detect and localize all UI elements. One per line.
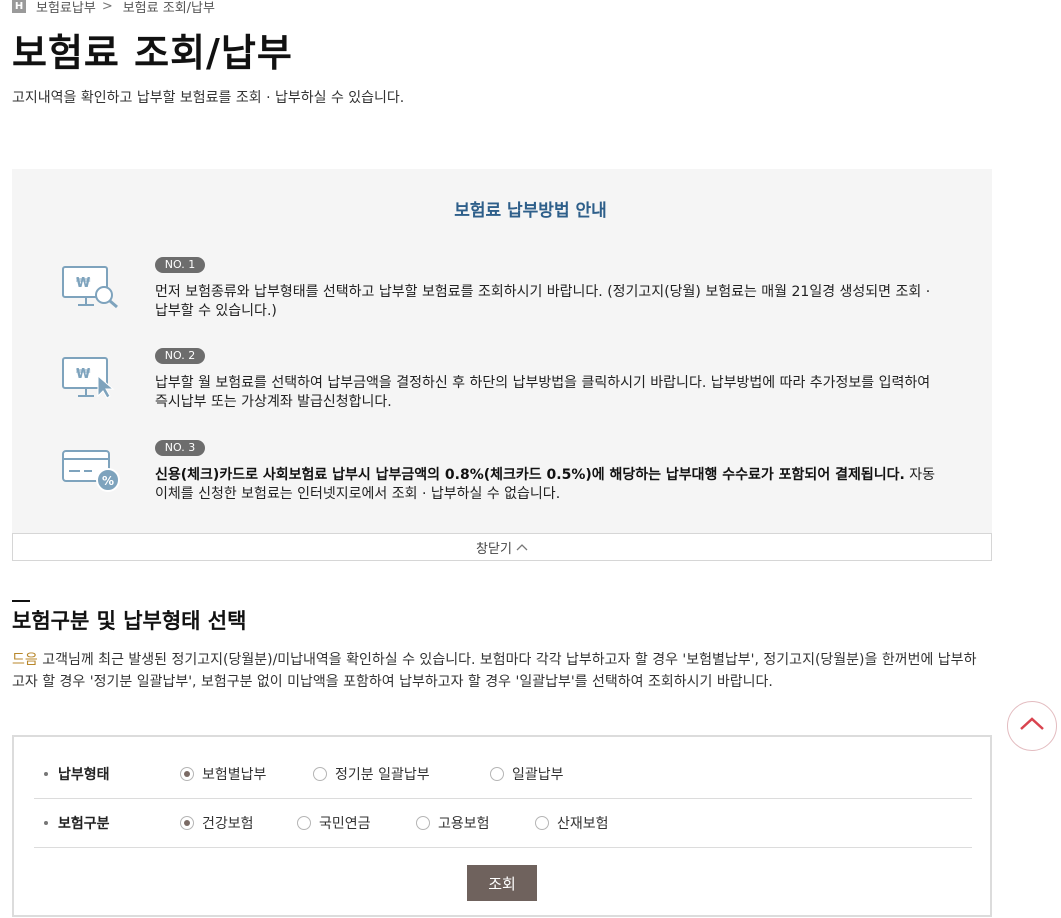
step-text: 신용(체크)카드로 사회보험료 납부시 납부금액의 0.8%(체크카드 0.5%… [155,466,945,504]
section-title: 보험구분 및 납부형태 선택 [12,609,247,633]
bullet-icon [44,772,48,776]
search-button[interactable]: 조회 [467,865,537,901]
svg-text:₩: ₩ [76,276,91,291]
step-text: 납부할 월 보험료를 선택하여 납부금액을 결정하신 후 하단의 납부방법을 클… [155,375,931,410]
svg-text:%: % [102,474,114,488]
step-badge: NO. 3 [155,440,205,456]
radio-employment-insurance[interactable]: 고용보험 [416,813,535,833]
radio-label: 국민연금 [319,816,371,832]
insurance-type-label-text: 보험구분 [58,816,110,832]
radio-label: 정기분 일괄납부 [335,767,430,783]
breadcrumb: H 보험료납부 > 보험료 조회/납부 [12,0,215,16]
breadcrumb-parent[interactable]: 보험료납부 [36,0,96,16]
radio-national-pension[interactable]: 국민연금 [297,813,416,833]
radio-checked-icon[interactable] [180,816,194,830]
insurance-type-row: 보험구분 건강보험 국민연금 고용보험 산재보험 [34,799,972,848]
radio-checked-icon[interactable] [180,767,194,781]
radio-icon[interactable] [313,767,327,781]
page-title: 보험료 조회/납부 [12,31,293,75]
bullet-icon [44,821,48,825]
home-icon[interactable]: H [12,0,26,13]
radio-industrial-accident[interactable]: 산재보험 [535,813,609,833]
close-guide-button[interactable]: 창닫기 [12,533,992,561]
svg-text:₩: ₩ [76,367,91,382]
step-badge: NO. 2 [155,348,205,364]
breadcrumb-separator: > [101,0,113,14]
radio-regular-bulk[interactable]: 정기분 일괄납부 [313,764,490,784]
section-divider-mark [12,600,30,602]
step-text-bold: 신용(체크)카드로 사회보험료 납부시 납부금액의 0.8%(체크카드 0.5%… [155,467,905,483]
radio-icon[interactable] [490,767,504,781]
monitor-won-cursor-icon: ₩ [62,356,120,404]
payment-type-label-text: 납부형태 [58,767,110,783]
close-guide-label: 창닫기 [476,541,512,557]
radio-label: 일괄납부 [512,767,564,783]
monitor-won-search-icon: ₩ [62,265,120,313]
radio-per-insurance[interactable]: 보험별납부 [180,764,313,784]
page-description: 고지내역을 확인하고 납부할 보험료를 조회 · 납부하실 수 있습니다. [12,90,405,106]
chevron-up-icon [1019,716,1045,736]
radio-bulk[interactable]: 일괄납부 [490,764,564,784]
chevron-up-icon [516,541,528,554]
card-percent-icon: % [62,449,122,497]
radio-health-insurance[interactable]: 건강보험 [180,813,297,833]
step-text: 먼저 보험종류와 납부형태를 선택하고 납부할 보험료를 조회하시기 바랍니다.… [155,284,931,319]
guide-title: 보험료 납부방법 안내 [454,201,607,221]
user-name: 드음 [12,652,38,668]
search-form: 납부형태 보험별납부 정기분 일괄납부 일괄납부 보험구분 건강보험 국민연금 … [12,735,992,917]
radio-label: 고용보험 [438,816,490,832]
payment-type-label: 납부형태 [34,764,180,784]
section-description-text: 고객님께 최근 발생된 정기고지(당월분)/미납내역을 확인하실 수 있습니다.… [12,652,977,690]
scroll-top-button[interactable] [1007,701,1057,751]
radio-icon[interactable] [416,816,430,830]
radio-label: 건강보험 [202,816,254,832]
radio-icon[interactable] [535,816,549,830]
radio-label: 보험별납부 [202,767,267,783]
payment-type-row: 납부형태 보험별납부 정기분 일괄납부 일괄납부 [34,750,972,799]
radio-label: 산재보험 [557,816,609,832]
insurance-type-label: 보험구분 [34,813,180,833]
radio-icon[interactable] [297,816,311,830]
section-description: 드음 고객님께 최근 발생된 정기고지(당월분)/미납내역을 확인하실 수 있습… [12,649,980,693]
step-badge: NO. 1 [155,257,205,273]
breadcrumb-current: 보험료 조회/납부 [122,0,215,16]
